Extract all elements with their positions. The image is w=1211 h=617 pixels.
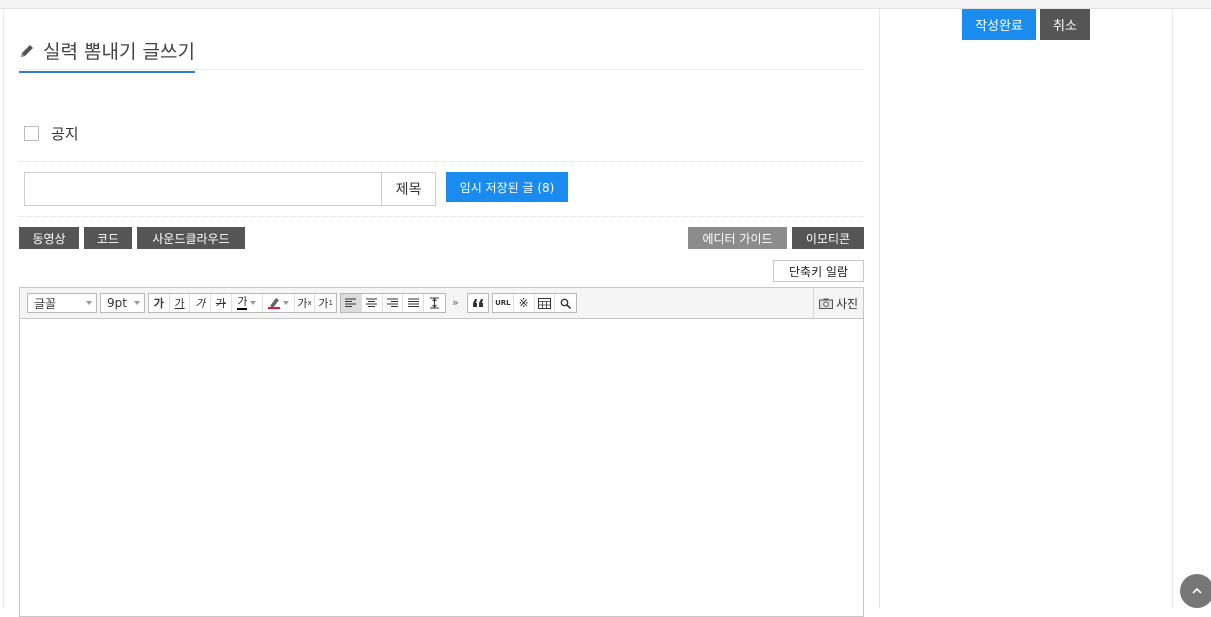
strikethrough-button[interactable]: 가 bbox=[211, 294, 232, 312]
table-button[interactable] bbox=[535, 294, 556, 312]
table-icon bbox=[537, 297, 551, 309]
font-family-value: 글꼴 bbox=[34, 296, 57, 311]
subject-label: 제목 bbox=[382, 172, 436, 206]
text-format-group: 가 가 가 가 가 가x 가1 bbox=[148, 293, 337, 313]
superscript-button[interactable]: 가x bbox=[295, 294, 316, 312]
bold-button[interactable]: 가 bbox=[149, 294, 170, 312]
align-center-icon bbox=[366, 298, 378, 307]
divider bbox=[19, 216, 864, 217]
emoticon-button[interactable]: 이모티콘 bbox=[792, 227, 864, 249]
superscript-label: 가 bbox=[297, 297, 308, 310]
camera-icon bbox=[818, 298, 833, 309]
quote-button[interactable] bbox=[468, 294, 488, 312]
column-divider bbox=[879, 9, 880, 608]
notice-checkbox[interactable] bbox=[24, 126, 39, 141]
page-title-text: 실력 뽐내기 글쓰기 bbox=[43, 41, 195, 63]
underline-button[interactable]: 가 bbox=[170, 294, 191, 312]
notice-label: 공지 bbox=[51, 125, 79, 143]
notice-option[interactable]: 공지 bbox=[24, 123, 79, 144]
chevron-down-icon bbox=[282, 301, 289, 305]
cancel-button[interactable]: 취소 bbox=[1040, 9, 1090, 40]
line-height-icon bbox=[430, 297, 440, 309]
soundcloud-button[interactable]: 사운드클라우드 bbox=[137, 227, 245, 249]
subscript-label: 가 bbox=[318, 297, 329, 310]
editor-toolbar: 글꼴 9pt 가 가 가 가 가 가x 가 1 » URL ※ 사진 bbox=[20, 288, 863, 319]
highlight-color-button[interactable] bbox=[263, 294, 295, 312]
more-tools-icon[interactable]: » bbox=[452, 296, 459, 309]
link-button[interactable]: URL bbox=[493, 294, 514, 312]
highlighter-icon bbox=[267, 298, 280, 309]
align-right-button[interactable] bbox=[383, 294, 404, 312]
subscript-button[interactable]: 가1 bbox=[315, 294, 336, 312]
font-size-value: 9pt bbox=[107, 296, 127, 310]
temp-saved-posts-button[interactable]: 임시 저장된 글 (8) bbox=[446, 172, 568, 202]
italic-button[interactable]: 가 bbox=[190, 294, 212, 312]
title-divider bbox=[19, 69, 864, 70]
right-border bbox=[1172, 9, 1173, 608]
chevron-down-icon bbox=[86, 301, 92, 305]
left-border bbox=[3, 9, 4, 608]
photo-upload-button[interactable]: 사진 bbox=[813, 288, 863, 318]
font-color-button[interactable]: 가 bbox=[232, 294, 264, 312]
special-char-button[interactable]: ※ bbox=[514, 294, 535, 312]
font-size-select[interactable]: 9pt bbox=[100, 293, 145, 313]
chevron-up-icon bbox=[1192, 588, 1202, 594]
align-center-button[interactable] bbox=[362, 294, 383, 312]
shortcut-list-button[interactable]: 단축키 일람 bbox=[773, 260, 864, 282]
submit-button[interactable]: 작성완료 bbox=[962, 9, 1036, 40]
quote-group bbox=[467, 293, 489, 313]
photo-label: 사진 bbox=[835, 296, 859, 311]
find-replace-button[interactable] bbox=[555, 294, 576, 312]
alignment-group bbox=[340, 293, 446, 313]
chevron-down-icon bbox=[250, 301, 257, 305]
font-family-select[interactable]: 글꼴 bbox=[27, 293, 97, 313]
align-left-button[interactable] bbox=[341, 294, 362, 312]
align-justify-button[interactable] bbox=[403, 294, 425, 312]
divider bbox=[19, 161, 864, 162]
scroll-to-top-button[interactable] bbox=[1180, 574, 1211, 608]
align-left-icon bbox=[345, 298, 357, 307]
font-color-label: 가 bbox=[237, 295, 248, 310]
subject-input[interactable] bbox=[24, 172, 382, 206]
line-height-button[interactable] bbox=[424, 294, 445, 312]
align-right-icon bbox=[386, 298, 398, 307]
code-button[interactable]: 코드 bbox=[84, 227, 132, 249]
quote-icon bbox=[473, 299, 483, 307]
pencil-icon bbox=[21, 44, 33, 57]
insert-group: URL ※ bbox=[492, 293, 577, 313]
page-title: 실력 뽐내기 글쓰기 bbox=[19, 37, 195, 73]
editor-guide-button[interactable]: 에디터 가이드 bbox=[688, 227, 787, 249]
rich-text-editor[interactable]: 글꼴 9pt 가 가 가 가 가 가x 가 1 » URL ※ 사진 bbox=[19, 287, 864, 617]
video-button[interactable]: 동영상 bbox=[19, 227, 79, 249]
subject-row: 제목 bbox=[24, 172, 436, 206]
align-justify-icon bbox=[407, 298, 419, 307]
top-bar bbox=[0, 0, 1211, 9]
search-icon bbox=[560, 298, 572, 309]
chevron-down-icon bbox=[134, 301, 140, 305]
